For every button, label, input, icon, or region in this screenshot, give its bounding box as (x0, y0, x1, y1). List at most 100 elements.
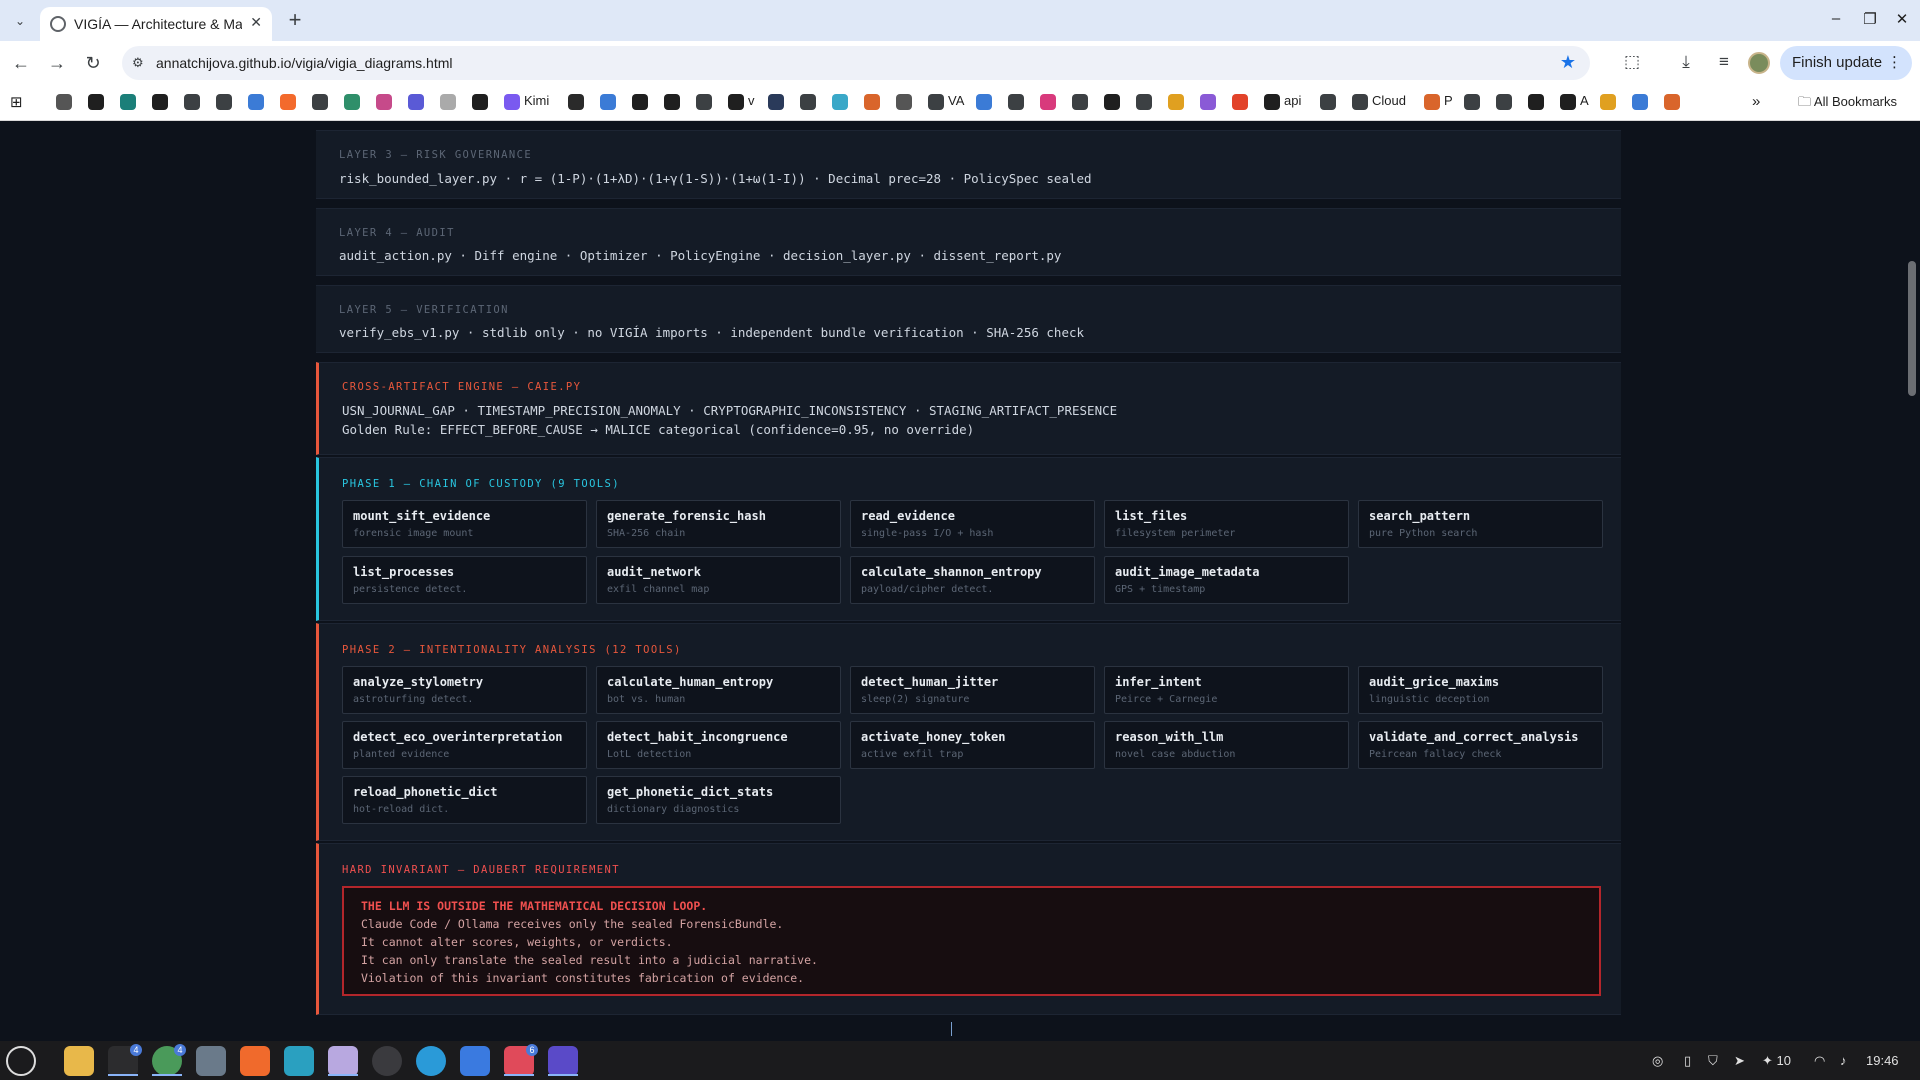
photos-app-icon[interactable]: 6 (504, 1044, 538, 1076)
more-bookmarks-chevron-icon[interactable]: » (1752, 93, 1760, 113)
forward-arrow-icon[interactable]: → (44, 50, 70, 76)
obs-app-icon[interactable] (372, 1046, 402, 1076)
tool-description: hot-reload dict. (353, 804, 450, 815)
profile-avatar[interactable] (1748, 52, 1770, 74)
apps-grid-icon[interactable]: ⊞ (10, 93, 23, 113)
scrollbar-thumb[interactable] (1908, 261, 1916, 396)
bookmark-item[interactable] (696, 93, 716, 113)
bookmark-item[interactable] (864, 93, 884, 113)
site-info-icon[interactable]: ⚙ (132, 55, 144, 71)
bookmark-item[interactable] (1072, 93, 1092, 113)
minimize-icon[interactable]: – (1824, 10, 1848, 27)
camera-app-icon[interactable] (196, 1046, 226, 1076)
reload-icon[interactable]: ↻ (80, 50, 106, 76)
tool-name: search_pattern (1369, 509, 1471, 523)
sparkle-icon (1600, 93, 1616, 110)
bookmark-item[interactable] (120, 93, 140, 113)
shield-tray-icon[interactable]: ⛉ (1708, 1053, 1718, 1069)
back-arrow-icon[interactable]: ← (8, 50, 34, 76)
bookmark-item[interactable]: A (1560, 93, 1589, 113)
extensions-icon[interactable]: ⬚ (1620, 52, 1644, 72)
url-text[interactable]: annatchijova.github.io/vigia/vigia_diagr… (156, 55, 453, 71)
brave-app-icon[interactable] (240, 1046, 270, 1076)
bookmark-item[interactable]: v (728, 93, 755, 113)
bookmark-item[interactable] (1200, 93, 1220, 113)
terminal-app-icon[interactable]: 4 (108, 1044, 142, 1076)
notes-app-icon[interactable] (328, 1046, 358, 1076)
bookmark-item[interactable] (1664, 93, 1684, 113)
bookmark-item[interactable] (1232, 93, 1252, 113)
bookmark-item[interactable] (632, 93, 652, 113)
bookmark-item[interactable] (800, 93, 820, 113)
bookmark-item[interactable] (440, 93, 460, 113)
reading-list-icon[interactable]: ≡ (1712, 52, 1736, 72)
github-icon (1528, 93, 1544, 110)
bookmark-item[interactable] (344, 93, 364, 113)
monitor-app-icon[interactable] (284, 1046, 314, 1076)
bookmark-item[interactable] (1136, 93, 1156, 113)
bookmark-item[interactable] (376, 93, 396, 113)
files-app-icon[interactable] (64, 1046, 94, 1076)
bookmark-item[interactable] (184, 93, 204, 113)
bookmark-item[interactable]: VA (928, 93, 964, 113)
terminal-badge: 4 (130, 1044, 142, 1056)
bookmark-item[interactable] (312, 93, 332, 113)
bookmark-item[interactable] (1008, 93, 1028, 113)
bookmark-item[interactable] (1168, 93, 1188, 113)
bookmark-item[interactable] (664, 93, 684, 113)
finish-update-button[interactable]: Finish update ⋮ (1780, 46, 1912, 80)
telegram-app-icon[interactable] (416, 1046, 446, 1076)
volume-icon[interactable]: ♪ (1840, 1053, 1847, 1068)
clipboard-tray-icon[interactable]: ▯ (1684, 1053, 1691, 1069)
bookmark-item[interactable] (1528, 93, 1548, 113)
page-scrollbar[interactable] (1904, 121, 1920, 1041)
download-icon[interactable]: ⤓ (1674, 52, 1698, 72)
close-window-icon[interactable]: ✕ (1890, 10, 1914, 28)
bookmark-item[interactable] (56, 93, 76, 113)
bookmark-item[interactable]: Cloud (1352, 93, 1406, 113)
bookmark-item[interactable]: Kimi (504, 93, 549, 113)
start-menu-icon[interactable] (6, 1046, 36, 1076)
bookmark-item[interactable] (1464, 93, 1484, 113)
gitlab-icon (1232, 93, 1248, 110)
bookmark-item[interactable] (1320, 93, 1340, 113)
chrome-app-icon[interactable]: 4 (152, 1044, 186, 1076)
bookmark-item[interactable] (768, 93, 788, 113)
bookmark-item[interactable] (408, 93, 428, 113)
tab-vigia[interactable]: VIGÍA — Architecture & Mat ✕ (40, 7, 272, 41)
new-tab-plus-icon[interactable]: + (282, 8, 308, 34)
restore-icon[interactable]: ❐ (1858, 10, 1882, 28)
tab-search-chevron-icon[interactable]: ⌄ (8, 9, 32, 33)
running-indicator (152, 1074, 182, 1076)
app-icon (120, 93, 136, 110)
bookmark-item[interactable] (88, 93, 108, 113)
wifi-icon[interactable]: ◠ (1814, 1053, 1825, 1069)
media-player-app-icon[interactable] (548, 1046, 578, 1076)
address-bar[interactable]: ⚙ annatchijova.github.io/vigia/vigia_dia… (122, 46, 1590, 80)
docs-app-icon[interactable] (460, 1046, 490, 1076)
send-tray-icon[interactable]: ➤ (1734, 1053, 1745, 1069)
bookmark-item[interactable] (896, 93, 916, 113)
all-bookmarks-folder[interactable]: 🗀 All Bookmarks (1798, 93, 1897, 113)
bookmark-item[interactable] (280, 93, 300, 113)
bookmark-item[interactable] (1496, 93, 1516, 113)
notification-tray[interactable]: ✦ 10 (1762, 1053, 1791, 1069)
clock[interactable]: 19:46 (1866, 1053, 1899, 1068)
bookmark-item[interactable]: api (1264, 93, 1301, 113)
steam-tray-icon[interactable]: ◎ (1652, 1053, 1663, 1069)
bookmark-item[interactable] (1040, 93, 1060, 113)
bookmark-item[interactable] (600, 93, 620, 113)
bookmark-item[interactable]: P (1424, 93, 1453, 113)
bookmark-item[interactable] (1600, 93, 1620, 113)
bookmark-item[interactable] (1632, 93, 1652, 113)
close-icon[interactable]: ✕ (250, 14, 262, 31)
bookmark-item[interactable] (1104, 93, 1124, 113)
bookmark-item[interactable] (472, 93, 492, 113)
bookmark-item[interactable] (568, 93, 588, 113)
bookmark-item[interactable] (976, 93, 996, 113)
bookmark-item[interactable] (832, 93, 852, 113)
bookmark-item[interactable] (152, 93, 172, 113)
bookmark-star-icon[interactable]: ★ (1560, 52, 1576, 73)
bookmark-item[interactable] (216, 93, 236, 113)
bookmark-item[interactable] (248, 93, 268, 113)
